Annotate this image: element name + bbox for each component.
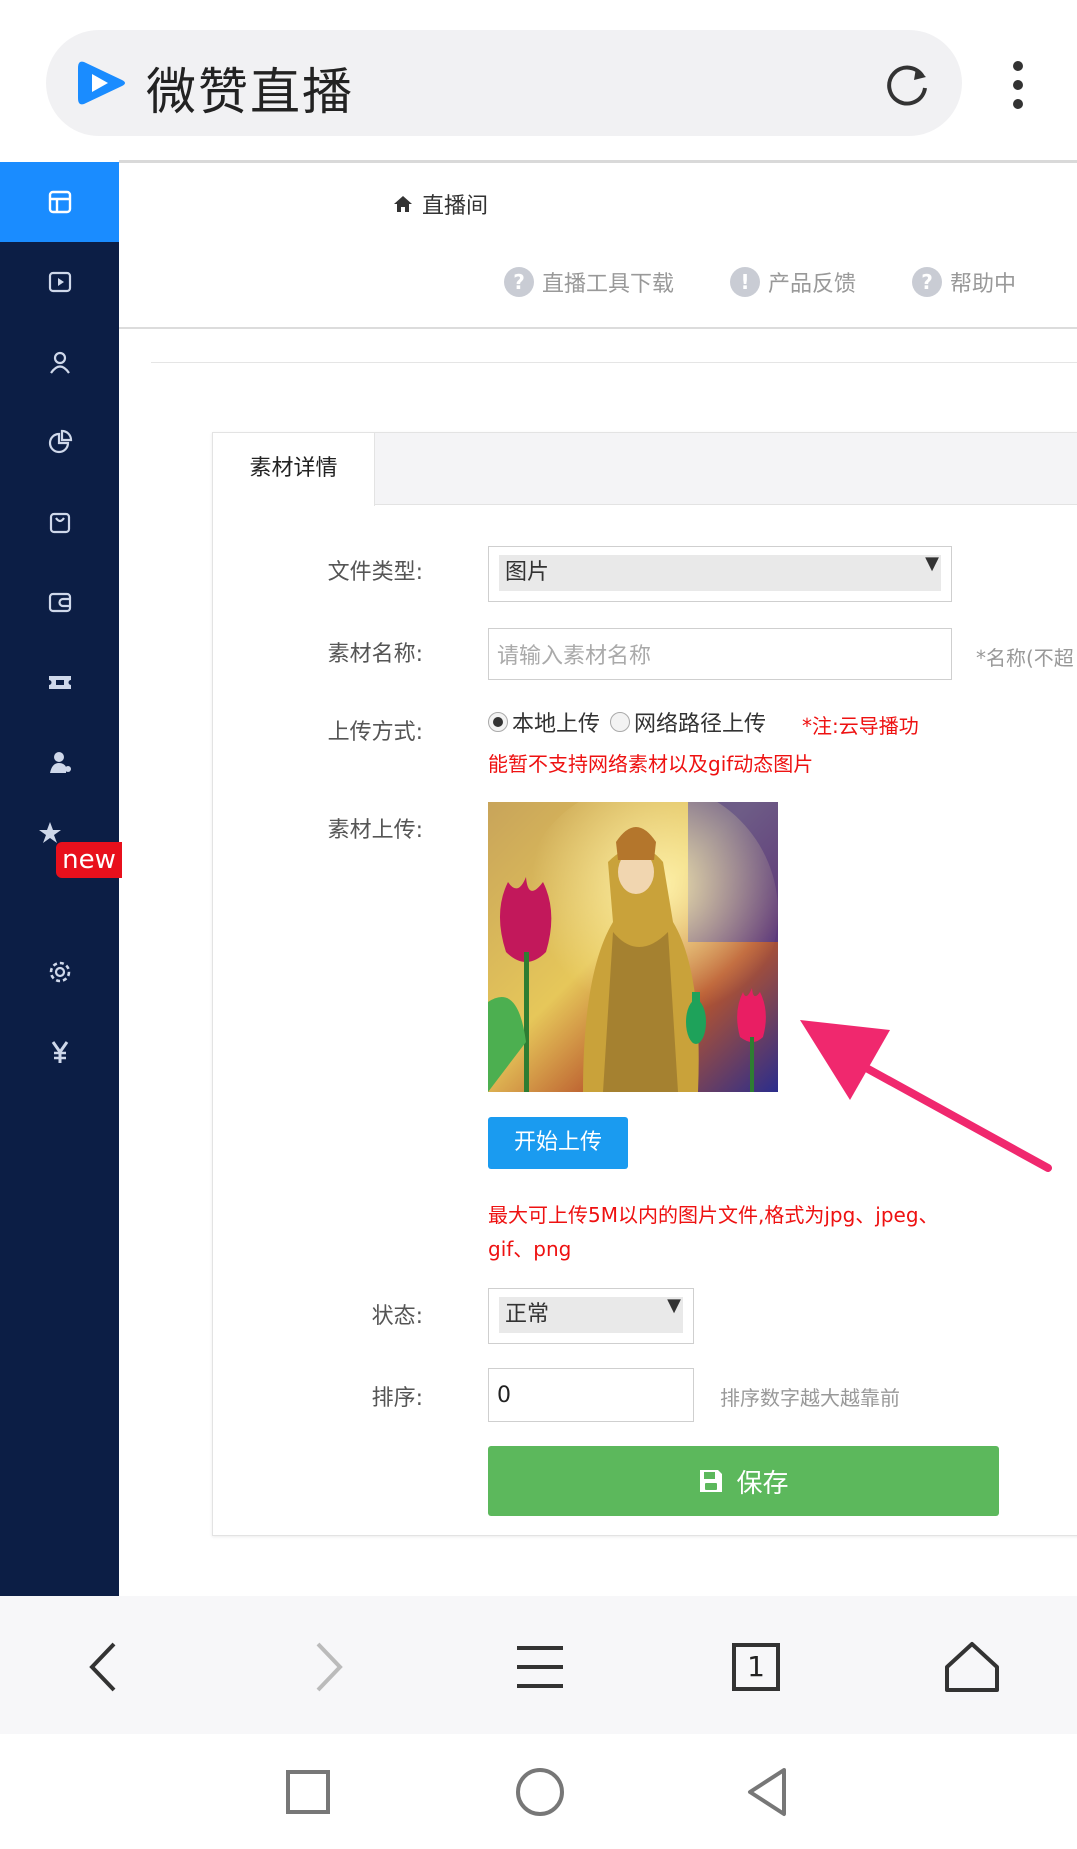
sidebar	[0, 162, 119, 1596]
tool-feedback[interactable]: ! 产品反馈	[730, 266, 856, 298]
ticket-icon	[48, 676, 71, 689]
breadcrumb[interactable]: 直播间	[392, 188, 488, 220]
sidebar-item-wallet[interactable]	[0, 562, 119, 642]
bag-icon	[49, 512, 70, 534]
annotation-arrow-icon	[800, 1020, 1052, 1172]
file-type-value: 图片	[499, 555, 941, 591]
home-circle-icon[interactable]	[510, 1762, 570, 1822]
recent-apps-icon[interactable]	[278, 1762, 338, 1822]
material-upload-label: 素材上传:	[327, 818, 423, 843]
more-vert-icon[interactable]	[1003, 58, 1033, 112]
gear-icon	[49, 961, 70, 983]
upload-method-radios: 本地上传 网络路径上传	[488, 706, 766, 738]
upload-method-label: 上传方式:	[327, 720, 423, 745]
forward-icon[interactable]	[292, 1632, 362, 1702]
play-logo-icon	[78, 61, 125, 105]
back-icon[interactable]	[70, 1632, 140, 1702]
dashboard-icon	[48, 190, 71, 214]
status-label: 状态:	[371, 1304, 423, 1329]
sidebar-item-finance[interactable]	[0, 1012, 119, 1092]
radio-local-label[interactable]: 本地上传	[512, 706, 600, 738]
sidebar-item-shop[interactable]	[0, 482, 119, 562]
chevron-down-icon: ▼	[925, 553, 939, 574]
radio-local[interactable]	[488, 712, 508, 732]
upload-method-note: *注:云导播功	[802, 714, 919, 738]
save-button-label: 保存	[736, 1468, 789, 1499]
browser-bottom-bar: 1	[0, 1596, 1077, 1734]
tool-help-label: 帮助中	[950, 272, 1017, 297]
upload-requirements-note: 最大可上传5M以内的图片文件,格式为jpg、jpeg、gif、png	[488, 1203, 939, 1261]
status-value: 正常	[499, 1297, 683, 1333]
sidebar-item-agent[interactable]	[0, 722, 119, 802]
tool-feedback-label: 产品反馈	[768, 272, 857, 297]
help-icon: ?	[912, 267, 943, 297]
tool-help[interactable]: ? 帮助中	[912, 266, 1016, 298]
new-badge: new	[56, 842, 122, 878]
app-title: 微赞直播	[146, 63, 354, 121]
divider	[119, 327, 1077, 329]
menu-icon[interactable]	[505, 1632, 575, 1702]
tab-material-detail[interactable]: 素材详情	[213, 433, 375, 506]
yen-icon	[51, 1041, 68, 1063]
tabs-count: 1	[747, 1650, 765, 1683]
save-button[interactable]: 保存	[488, 1446, 999, 1516]
breadcrumb-label: 直播间	[422, 194, 489, 219]
sidebar-item-video[interactable]	[0, 242, 119, 322]
tabs-button[interactable]: 1	[721, 1632, 791, 1702]
help-icon: ?	[504, 267, 534, 297]
reload-icon[interactable]	[880, 58, 934, 112]
system-nav-bar	[0, 1734, 1077, 1849]
agent-icon	[49, 752, 71, 773]
header-divider	[119, 160, 1077, 163]
sidebar-item-dashboard[interactable]	[0, 162, 119, 242]
divider	[151, 362, 1077, 363]
user-icon	[49, 351, 70, 374]
sidebar-item-settings[interactable]	[0, 932, 119, 1012]
floppy-disk-icon	[700, 1470, 723, 1492]
material-name-input[interactable]: 请输入素材名称	[488, 628, 952, 680]
upload-method-note-cont: 能暂不支持网络素材以及gif动态图片	[488, 752, 814, 776]
home-icon	[394, 196, 412, 212]
back-triangle-icon[interactable]	[738, 1762, 798, 1822]
video-icon	[48, 271, 71, 293]
file-type-select[interactable]: 图片 ▼	[488, 546, 952, 602]
chevron-down-icon: ▼	[667, 1295, 681, 1316]
sidebar-item-user[interactable]	[0, 322, 119, 402]
radio-network[interactable]	[610, 712, 631, 732]
pie-chart-icon	[48, 429, 72, 454]
tool-download-label: 直播工具下载	[542, 272, 675, 297]
material-preview-image[interactable]	[488, 802, 778, 1092]
wallet-icon	[48, 592, 71, 613]
sort-hint: 排序数字越大越靠前	[720, 1386, 900, 1410]
sidebar-item-ticket[interactable]	[0, 642, 119, 722]
sort-input[interactable]: 0	[488, 1368, 694, 1422]
info-icon: !	[730, 267, 761, 297]
radio-network-label[interactable]: 网络路径上传	[634, 706, 766, 738]
name-hint: *名称(不超	[976, 646, 1074, 670]
start-upload-button[interactable]: 开始上传	[488, 1117, 628, 1169]
material-name-label: 素材名称:	[327, 642, 423, 667]
status-select[interactable]: 正常 ▼	[488, 1288, 694, 1344]
sidebar-item-stats[interactable]	[0, 402, 119, 482]
file-type-label: 文件类型:	[327, 560, 423, 585]
home-icon[interactable]	[937, 1632, 1007, 1702]
tool-download[interactable]: ? 直播工具下载	[504, 266, 674, 298]
header-tools: ? 直播工具下载 ! 产品反馈 ? 帮助中	[504, 266, 1072, 298]
browser-top-bar: 微赞直播	[0, 0, 1077, 162]
sort-label: 排序:	[371, 1386, 423, 1411]
